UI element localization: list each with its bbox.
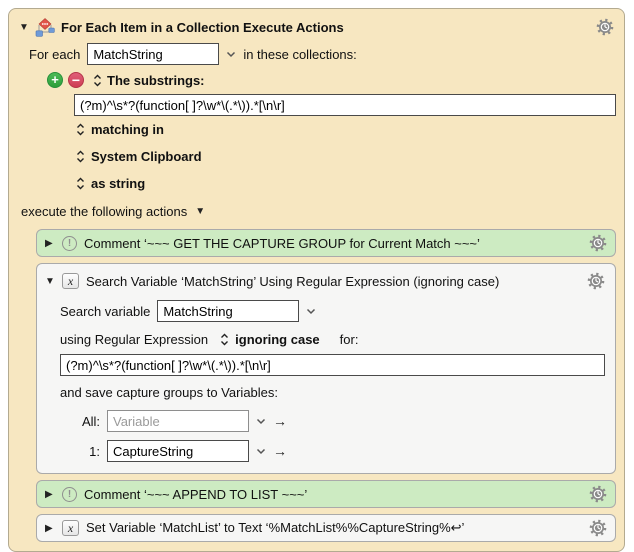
action-search-variable-regex[interactable]: ▼ x Search Variable ‘MatchString’ Using …: [36, 263, 616, 474]
for-each-header: ▼ For Each Item in a Collection Execute …: [19, 15, 616, 39]
capture-group-1-row: 1: →: [45, 438, 607, 464]
stepper-icon[interactable]: [76, 123, 85, 136]
clipboard-source-popup[interactable]: System Clipboard: [91, 149, 202, 164]
comment-icon: !: [62, 486, 77, 502]
for-each-variable-row: For each in these collections:: [29, 41, 616, 67]
capture-all-label: All:: [81, 413, 100, 429]
gear-icon[interactable]: [587, 272, 605, 290]
chevron-down-icon[interactable]: [226, 51, 236, 58]
gear-icon[interactable]: [589, 485, 607, 503]
capture-group-all-row: All: →: [45, 408, 607, 434]
remove-collection-button[interactable]: −: [68, 72, 84, 88]
collections-label: in these collections:: [243, 46, 357, 62]
capture-1-variable-input[interactable]: [107, 440, 249, 462]
stepper-icon[interactable]: [76, 150, 85, 163]
for-each-label: For each: [29, 46, 81, 62]
chevron-down-icon[interactable]: [256, 418, 266, 425]
goto-variable-arrow[interactable]: →: [273, 413, 287, 429]
macro-editor-canvas: ▼ For Each Item in a Collection Execute …: [0, 0, 634, 552]
execute-actions-row: execute the following actions ▼: [21, 199, 616, 223]
capture-1-label: 1:: [89, 443, 100, 459]
search-variable-input[interactable]: [157, 300, 300, 322]
as-type-row: as string: [76, 170, 616, 197]
action-title: For Each Item in a Collection Execute Ac…: [61, 19, 344, 35]
save-groups-label: and save capture groups to Variables:: [60, 384, 279, 400]
disclosure-triangle-expanded[interactable]: ▼: [19, 22, 29, 33]
using-regex-label: using Regular Expression: [60, 331, 209, 347]
matching-in-row: matching in: [76, 116, 616, 143]
search-variable-label: Search variable: [60, 303, 151, 319]
for-each-action-icon: [35, 17, 55, 37]
disclosure-triangle-collapsed[interactable]: ▶: [45, 523, 55, 534]
as-type-popup[interactable]: as string: [91, 176, 145, 191]
action-for-each-collection[interactable]: ▼ For Each Item in a Collection Execute …: [8, 8, 625, 552]
using-regex-row: using Regular Expression ignoring case f…: [60, 327, 607, 351]
variable-icon: x: [62, 273, 79, 289]
disclosure-triangle-collapsed[interactable]: ▶: [45, 238, 55, 249]
comment-icon: !: [62, 235, 77, 251]
action-comment-append[interactable]: ▶ ! Comment ‘~~~ APPEND TO LIST ~~~’: [36, 480, 616, 508]
capture-all-variable-input[interactable]: [107, 410, 249, 432]
stepper-icon[interactable]: [76, 177, 85, 190]
search-variable-row: Search variable: [60, 298, 607, 324]
disclosure-triangle-expanded[interactable]: ▼: [45, 276, 55, 287]
stepper-icon[interactable]: [220, 333, 229, 346]
comment-text: Comment ‘~~~ GET THE CAPTURE GROUP for C…: [84, 235, 480, 251]
case-option-popup[interactable]: ignoring case: [235, 332, 320, 347]
chevron-down-icon[interactable]: [306, 308, 316, 315]
collection-type-popup[interactable]: The substrings:: [107, 73, 205, 88]
disclosure-triangle-expanded[interactable]: ▼: [195, 206, 205, 217]
set-variable-text: Set Variable ‘MatchList’ to Text ‘%Match…: [86, 520, 465, 535]
search-regex-input[interactable]: [60, 354, 605, 376]
save-groups-row: and save capture groups to Variables:: [60, 380, 607, 404]
execute-actions-label: execute the following actions: [21, 203, 188, 219]
search-regex-row: [60, 354, 605, 376]
substring-regex-row: [74, 94, 616, 116]
gear-icon[interactable]: [596, 18, 614, 36]
goto-variable-arrow[interactable]: →: [273, 443, 287, 459]
search-action-title: Search Variable ‘MatchString’ Using Regu…: [86, 273, 500, 289]
collection-row: + − The substrings:: [47, 69, 616, 91]
substring-regex-input[interactable]: [74, 94, 616, 116]
variable-icon: x: [62, 520, 79, 536]
for-label: for:: [339, 331, 359, 347]
disclosure-triangle-collapsed[interactable]: ▶: [45, 489, 55, 500]
loop-variable-input[interactable]: [87, 43, 220, 65]
search-action-header: ▼ x Search Variable ‘MatchString’ Using …: [45, 269, 607, 293]
chevron-down-icon[interactable]: [256, 448, 266, 455]
gear-icon[interactable]: [589, 234, 607, 252]
gear-icon[interactable]: [589, 519, 607, 537]
stepper-icon[interactable]: [93, 74, 102, 87]
source-row: System Clipboard: [76, 143, 616, 170]
comment-text: Comment ‘~~~ APPEND TO LIST ~~~’: [84, 486, 308, 502]
action-set-variable[interactable]: ▶ x Set Variable ‘MatchList’ to Text ‘%M…: [36, 514, 616, 542]
matching-in-popup[interactable]: matching in: [91, 122, 164, 137]
action-comment-capture-group[interactable]: ▶ ! Comment ‘~~~ GET THE CAPTURE GROUP f…: [36, 229, 616, 257]
add-collection-button[interactable]: +: [47, 72, 63, 88]
